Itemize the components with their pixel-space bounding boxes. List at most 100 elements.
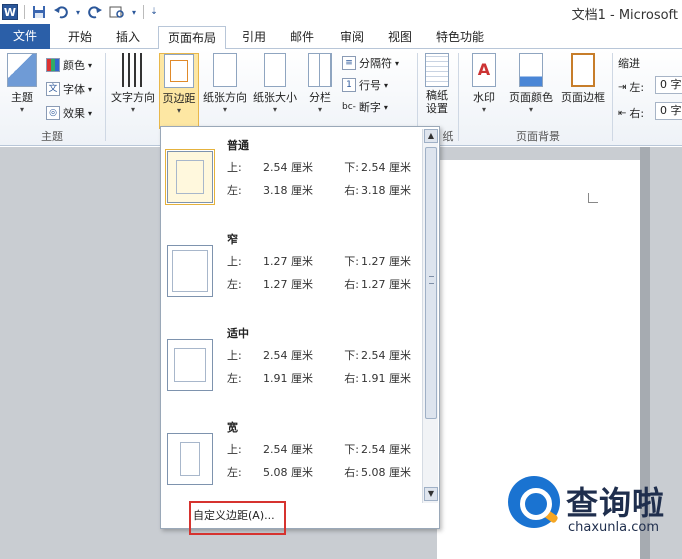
breaks-button[interactable]: ≡ 分隔符 ▾: [342, 55, 399, 71]
right-value: 5.08 厘米: [361, 466, 411, 479]
size-button[interactable]: 纸张大小 ▾: [251, 53, 299, 115]
margin-preset-moderate[interactable]: 适中 上: 2.54 厘米 下: 2.54 厘米 左: 1.91 厘米 右: 1.91 厘米: [165, 317, 415, 403]
bottom-label: 下:: [344, 255, 359, 268]
line-numbers-icon: 1: [342, 78, 356, 92]
tab-file[interactable]: 文件: [0, 24, 50, 49]
preset-name: 窄: [227, 233, 238, 246]
draft-paper-button[interactable]: 稿纸 设置: [420, 53, 454, 115]
redo-icon[interactable]: [87, 4, 103, 20]
orientation-icon: [213, 53, 237, 87]
customize-qat-icon[interactable]: ⇣: [150, 4, 158, 20]
columns-button[interactable]: 分栏 ▾: [304, 53, 336, 115]
tab-home[interactable]: 开始: [60, 26, 100, 49]
page-borders-icon: [571, 53, 595, 87]
hyphenation-icon: bc-: [342, 102, 356, 112]
theme-colors-label: 颜色: [63, 59, 85, 72]
group-separator: [612, 53, 613, 141]
page-color-button[interactable]: 页面颜色 ▾: [506, 53, 556, 115]
margin-preset-normal[interactable]: 普通 上: 2.54 厘米 下: 2.54 厘米 左: 3.18 厘米 右: 3.18 厘米: [165, 129, 415, 215]
page-borders-button[interactable]: 页面边框: [558, 53, 608, 105]
indent-label: 缩进: [618, 57, 640, 70]
tab-insert[interactable]: 插入: [108, 26, 148, 49]
right-value: 3.18 厘米: [361, 184, 411, 197]
indent-left-input[interactable]: 0 字: [655, 76, 682, 94]
preset-row-left-right: 左: 1.91 厘米 右: 1.91 厘米: [227, 370, 411, 386]
page-color-icon: [519, 53, 543, 87]
preset-name: 适中: [227, 327, 249, 340]
orientation-button[interactable]: 纸张方向 ▾: [201, 53, 249, 115]
chevron-down-icon: ▾: [395, 58, 400, 68]
breaks-icon: ≡: [342, 56, 356, 70]
tab-mailings[interactable]: 邮件: [282, 26, 322, 49]
top-value: 1.27 厘米: [263, 255, 313, 268]
theme-effects-button[interactable]: ◎ 效果 ▾: [46, 105, 92, 121]
tab-page-layout[interactable]: 页面布局: [158, 26, 226, 50]
brand-url: chaxunla.com: [568, 520, 659, 535]
preset-row-left-right: 左: 1.27 厘米 右: 1.27 厘米: [227, 276, 411, 292]
left-value: 1.27 厘米: [263, 278, 313, 291]
indent-right-icon: ⇤: [618, 107, 627, 119]
right-label: 右:: [344, 372, 359, 385]
theme-colors-button[interactable]: 颜色 ▾: [46, 57, 92, 73]
theme-group-label: 主题: [41, 130, 63, 143]
preset-row-top-bottom: 上: 2.54 厘米 下: 2.54 厘米: [227, 159, 411, 175]
line-numbers-button[interactable]: 1 行号 ▾: [342, 77, 388, 93]
word-app-icon[interactable]: W: [2, 4, 18, 20]
top-value: 2.54 厘米: [263, 443, 313, 456]
scroll-thumb[interactable]: [425, 147, 437, 419]
undo-icon[interactable]: [53, 4, 69, 20]
theme-fonts-label: 字体: [63, 83, 85, 96]
chevron-down-icon[interactable]: ▾: [75, 4, 81, 20]
indent-right-row: ⇤ 右:: [618, 105, 644, 121]
hyphenation-button[interactable]: bc- 断字 ▾: [342, 99, 388, 115]
chevron-down-icon: ▾: [272, 105, 277, 114]
left-label: 左:: [227, 278, 242, 291]
watermark-button[interactable]: A 水印 ▾: [466, 53, 502, 115]
margin-preset-wide[interactable]: 宽 上: 2.54 厘米 下: 2.54 厘米 左: 5.08 厘米 右: 5.08 厘米: [165, 411, 415, 497]
scroll-grip-icon: [429, 276, 434, 284]
left-value: 3.18 厘米: [263, 184, 313, 197]
preset-row-left-right: 左: 5.08 厘米 右: 5.08 厘米: [227, 464, 411, 480]
paper-size-icon: [264, 53, 286, 87]
watermark-icon: A: [472, 53, 496, 87]
draft-paper-icon: [425, 53, 449, 87]
save-icon[interactable]: [31, 4, 47, 20]
theme-fonts-button[interactable]: 文 字体 ▾: [46, 81, 92, 97]
indent-right-input[interactable]: 0 字: [655, 102, 682, 120]
left-label: 左:: [227, 372, 242, 385]
draft-group-label: 纸: [442, 130, 454, 143]
right-label: 右:: [344, 278, 359, 291]
print-preview-icon[interactable]: [109, 4, 125, 20]
tab-references[interactable]: 引用: [234, 26, 274, 49]
margin-corner-mark: [588, 193, 598, 203]
left-value: 5.08 厘米: [263, 466, 313, 479]
scroll-down-icon[interactable]: ▼: [424, 487, 438, 501]
top-label: 上:: [227, 349, 242, 362]
tab-review[interactable]: 审阅: [332, 26, 372, 49]
themes-button[interactable]: 主题 ▾: [4, 53, 40, 115]
qat-separator: [143, 5, 144, 19]
chevron-down-icon[interactable]: ▾: [131, 4, 137, 20]
window-title: 文档1 - Microsoft: [571, 8, 678, 23]
columns-label: 分栏: [309, 91, 331, 104]
tab-special-features[interactable]: 特色功能: [430, 26, 490, 49]
right-label: 右:: [344, 184, 359, 197]
scroll-up-icon[interactable]: ▲: [424, 129, 438, 143]
preset-row-top-bottom: 上: 2.54 厘米 下: 2.54 厘米: [227, 441, 411, 457]
margins-icon: [164, 54, 194, 88]
margins-button[interactable]: 页边距 ▾: [159, 53, 199, 129]
left-value: 1.91 厘米: [263, 372, 313, 385]
size-label: 纸张大小: [253, 91, 297, 104]
margin-preview-icon: [167, 339, 213, 391]
text-direction-button[interactable]: 文字方向 ▾: [108, 53, 158, 115]
margin-preview-icon: [167, 433, 213, 485]
chevron-down-icon: ▾: [383, 102, 388, 112]
theme-effects-label: 效果: [63, 107, 85, 120]
margin-preset-narrow[interactable]: 窄 上: 1.27 厘米 下: 1.27 厘米 左: 1.27 厘米 右: 1.27 厘米: [165, 223, 415, 309]
dropdown-scrollbar[interactable]: ▲ ▼: [422, 129, 438, 503]
indent-left-icon: ⇥: [618, 81, 627, 93]
qat-separator: [24, 5, 25, 19]
top-label: 上:: [227, 161, 242, 174]
tab-view[interactable]: 视图: [380, 26, 420, 49]
bottom-value: 2.54 厘米: [361, 161, 411, 174]
